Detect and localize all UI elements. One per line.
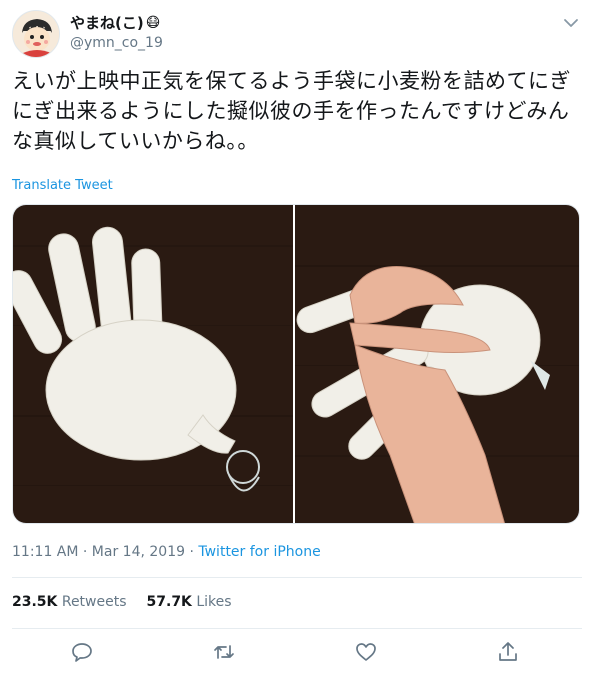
photo-glove-holding[interactable] bbox=[295, 205, 579, 523]
likes-count: 57.7K bbox=[146, 594, 192, 610]
retweets-count: 23.5K bbox=[12, 594, 58, 610]
likes-label: Likes bbox=[196, 594, 232, 610]
retweets-stat[interactable]: 23.5K Retweets bbox=[12, 594, 127, 610]
tweet-header: やまね(こ) 😷 @ymn_co_19 bbox=[12, 10, 582, 62]
divider-bottom bbox=[12, 628, 582, 629]
tweet-actions bbox=[0, 640, 594, 668]
user-handle[interactable]: @ymn_co_19 bbox=[70, 33, 163, 53]
divider-top bbox=[12, 577, 582, 578]
photo-glove-flat[interactable] bbox=[13, 205, 295, 523]
tweet-timestamp[interactable]: 11:11 AM · Mar 14, 2019 bbox=[12, 544, 185, 560]
tweet-meta: 11:11 AM · Mar 14, 2019 · Twitter for iP… bbox=[12, 544, 321, 560]
likes-stat[interactable]: 57.7K Likes bbox=[147, 594, 232, 610]
chevron-down-icon[interactable] bbox=[560, 12, 582, 34]
reply-icon[interactable] bbox=[70, 640, 96, 666]
translate-tweet-link[interactable]: Translate Tweet bbox=[12, 178, 113, 193]
heart-icon[interactable] bbox=[354, 640, 380, 666]
retweets-label: Retweets bbox=[61, 594, 127, 610]
tweet-stats: 23.5K Retweets 57.7K Likes bbox=[12, 594, 232, 610]
meta-separator: · bbox=[189, 544, 194, 560]
avatar[interactable] bbox=[12, 10, 60, 58]
display-name-text: やまね(こ) bbox=[70, 14, 144, 32]
mask-emoji: 😷 bbox=[145, 15, 161, 31]
tweet-text: えいが上映中正気を保てるよう手袋に小麦粉を詰めてにぎにぎ出来るようにした擬似彼の… bbox=[12, 69, 571, 153]
retweet-icon[interactable] bbox=[212, 640, 238, 666]
tweet-source[interactable]: Twitter for iPhone bbox=[198, 544, 320, 560]
share-icon[interactable] bbox=[496, 640, 522, 666]
display-name[interactable]: やまね(こ) 😷 bbox=[70, 13, 163, 33]
tweet-media bbox=[12, 204, 580, 524]
